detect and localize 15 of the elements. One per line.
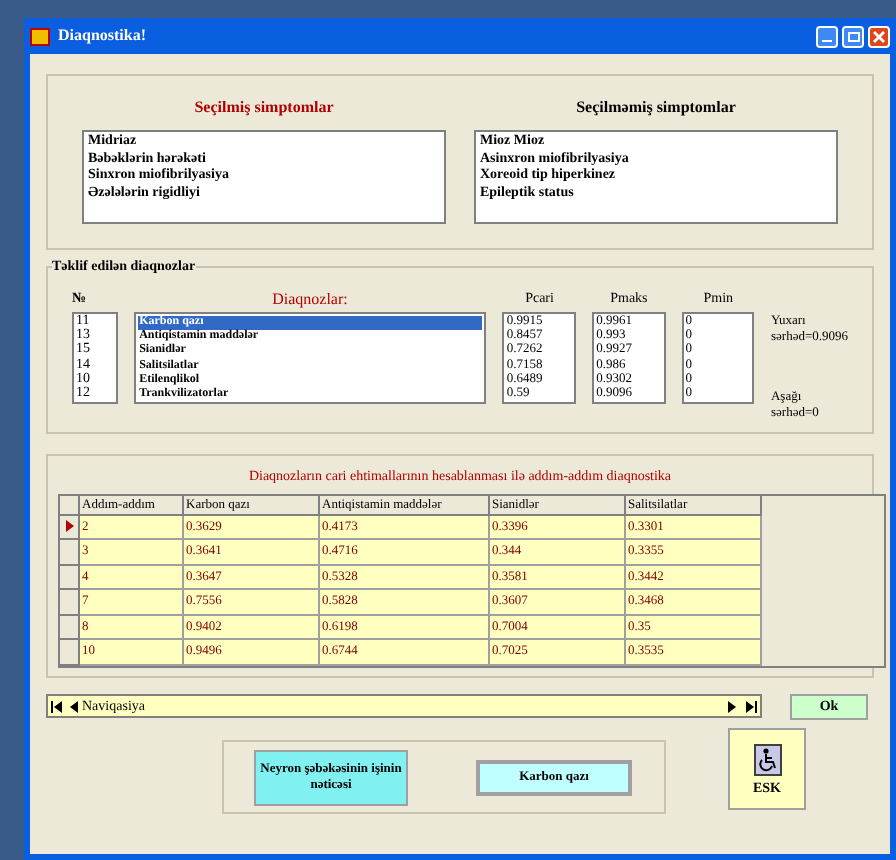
minimize-button[interactable] [816,25,838,47]
maximize-button[interactable] [842,25,864,47]
wheelchair-icon [753,743,781,775]
list-title: Seçilməmiş simptomlar [576,96,736,120]
column-header: Diaqnozlar: [272,288,348,312]
window-title: Diaqnostika! [58,24,147,48]
previous-record-icon[interactable] [66,699,80,713]
app-icon [30,27,50,45]
last-record-icon[interactable] [744,699,758,713]
first-record-icon[interactable] [50,699,64,713]
close-button[interactable] [868,25,890,47]
close-icon [872,29,886,43]
list-title: Seçilmiş simptomlar [194,96,334,120]
next-record-icon[interactable] [726,699,740,713]
current-row-icon [65,520,73,533]
